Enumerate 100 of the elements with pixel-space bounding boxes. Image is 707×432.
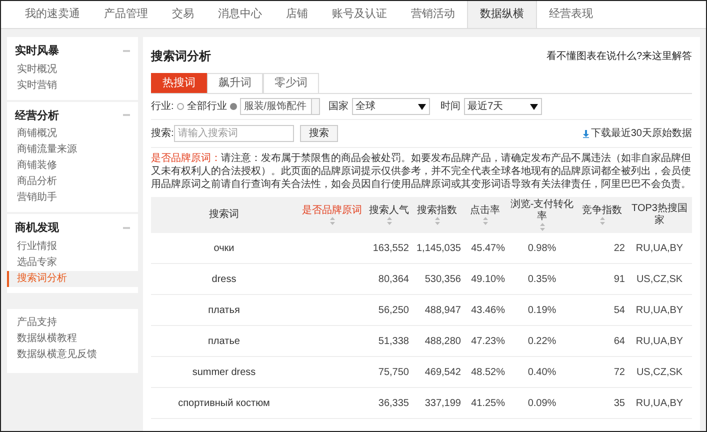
collapse-icon[interactable] [123, 50, 130, 53]
tab[interactable]: 飙升词 [207, 73, 263, 93]
search-label: 搜索: [151, 126, 174, 141]
table-cell-text: 72 [614, 366, 625, 380]
time-select[interactable]: 最近7天 [464, 98, 542, 115]
table-cell-text: 41.25% [471, 396, 505, 410]
nav-tab[interactable]: 经营表现 [537, 1, 605, 28]
table-cell-text: RU,UA,BY [636, 334, 684, 348]
table-cell-text: 0.35% [528, 272, 556, 286]
column-label: 竞争指数 [582, 205, 622, 217]
table-cell-text: 0.19% [528, 304, 556, 318]
column-label: 点击率 [470, 205, 500, 217]
page-title: 搜索词分析 [151, 48, 211, 65]
column-label: 搜索指数 [417, 205, 457, 217]
sort-icon[interactable] [482, 217, 488, 225]
nav-tab[interactable]: 交易 [160, 1, 206, 28]
caret-icon [530, 104, 538, 110]
sidebar-item[interactable]: 数据纵横教程 [7, 330, 138, 346]
table-cell-text: RU,UA,BY [636, 304, 684, 318]
sidebar-item[interactable]: 实时概况 [7, 62, 138, 78]
sidebar-item[interactable]: 搜索词分析 [7, 270, 138, 286]
sidebar-item[interactable]: 商品分析 [7, 174, 138, 190]
search-button[interactable]: 搜索 [300, 125, 338, 142]
sidebar-item[interactable]: 商铺流量来源 [7, 142, 138, 158]
sidebar-item[interactable]: 行业情报 [7, 238, 138, 254]
download-link[interactable]: 下载最近30天原始数据 [582, 126, 692, 141]
table-cell-text: 47.23% [471, 334, 505, 348]
table-cell-text: 54 [614, 304, 625, 318]
table-cell-text: платье [208, 334, 240, 348]
industry-select[interactable]: 服装/服饰配件 [240, 98, 320, 115]
sidebar-item[interactable]: 数据纵横意见反馈 [7, 346, 138, 362]
download-icon [582, 130, 589, 138]
table-cell-text: 530,356 [424, 272, 461, 286]
nav-tab[interactable]: 营销活动 [399, 1, 467, 28]
nav-tab[interactable]: 我的速卖通 [13, 1, 92, 28]
caret-icon [418, 104, 426, 110]
sidebar-item[interactable]: 商铺概况 [7, 126, 138, 142]
column-label: TOP3热搜国家 [630, 203, 688, 227]
country-select[interactable]: 全球 [352, 98, 430, 115]
table-cell-text: 163,552 [372, 242, 409, 256]
table-cell-text: RU,UA,BY [636, 396, 684, 410]
nav-tab[interactable]: 店铺 [274, 1, 320, 28]
table-cell-text: 1,145,035 [416, 242, 461, 256]
help-link[interactable]: 看不懂图表在说什么?来这里解答 [546, 48, 692, 64]
column-label: 浏览-支付转化率 [509, 199, 575, 223]
table-cell-text: summer dress [192, 366, 256, 380]
table-cell-text: 0.22% [528, 334, 556, 348]
table-cell-text: 488,280 [424, 334, 461, 348]
table-cell-text: RU,UA,BY [636, 242, 684, 256]
table-cell-text: 45.47% [471, 242, 505, 256]
sort-icon[interactable] [386, 217, 392, 225]
table-cell-text: 91 [614, 272, 625, 286]
table-cell-text: 22 [614, 242, 625, 256]
table-cell-text: 469,542 [424, 366, 461, 380]
industry-label: 行业: [151, 100, 174, 114]
radio-button[interactable] [230, 103, 237, 110]
tab[interactable]: 零少词 [263, 73, 319, 93]
sort-icon[interactable] [434, 217, 440, 225]
table-cell-text: 488,947 [424, 304, 461, 318]
notice-text: 是否品牌原词：请注意：发布属于禁限售的商品会被处罚。如要发布品牌产品，请确定发布产品不属违法（如非自家品牌但又未有权利人的合法授权）。此页面的品牌原词提示仅供参考，并不完全代表全球各地现有的品牌原词都全被列出，会员使用品牌原词之前请自行查询有关合法性，如会员因自行使用品牌原词或其变形词语导致有关法律责任，阿里巴巴不会负责。 [151, 152, 692, 191]
section-title: 经营分析 [15, 108, 59, 124]
sidebar-item[interactable]: 商铺装修 [7, 158, 138, 174]
table-cell-text: 0.40% [528, 366, 556, 380]
sidebar-item[interactable]: 产品支持 [7, 314, 138, 330]
sort-icon[interactable] [600, 217, 604, 225]
nav-tab[interactable]: 消息中心 [206, 1, 274, 28]
country-label: 国家 [328, 100, 349, 114]
nav-tab[interactable]: 数据纵横 [467, 1, 537, 28]
table-cell-text: 337,199 [424, 396, 461, 410]
search-field[interactable]: 请输入搜索词 [174, 125, 294, 142]
nav-tab[interactable]: 产品管理 [92, 1, 160, 28]
column-label: 搜索人气 [369, 205, 409, 217]
table-cell-text: 56,250 [378, 304, 409, 318]
table-cell-text: 0.09% [528, 396, 556, 410]
sidebar-item[interactable]: 选品专家 [7, 254, 138, 270]
section-title: 实时风暴 [15, 44, 59, 59]
sidebar-item[interactable]: 实时营销 [7, 78, 138, 94]
table-cell-text: 43.46% [471, 304, 505, 318]
radio-label: 全部行业 [186, 100, 227, 114]
table-cell-text: dress [212, 272, 236, 286]
sidebar-item[interactable]: 营销助手 [7, 190, 138, 206]
collapse-icon[interactable] [123, 226, 130, 230]
table-cell-text: US,CZ,SK [636, 366, 683, 380]
radio-button[interactable] [176, 103, 184, 110]
table-cell-text: 0.98% [528, 242, 556, 256]
table-cell-text: спортивный костюм [178, 396, 270, 410]
table-cell-text: 64 [614, 334, 625, 348]
sort-icon[interactable] [540, 223, 544, 231]
table-cell-text: 80,364 [378, 272, 409, 286]
table-cell-text: 36,335 [378, 396, 409, 410]
section-title: 商机发现 [15, 220, 59, 236]
table-cell-text: US,CZ,SK [636, 272, 683, 286]
sort-icon[interactable] [330, 217, 334, 225]
table-cell-text: 51,338 [378, 334, 409, 348]
table-cell-text: 35 [614, 396, 625, 410]
nav-tab[interactable]: 账号及认证 [320, 1, 399, 28]
tab[interactable]: 热搜词 [151, 73, 207, 93]
column-label: 搜索词 [209, 209, 239, 221]
collapse-icon[interactable] [123, 114, 130, 118]
column-label: 是否品牌原词 [302, 205, 362, 217]
